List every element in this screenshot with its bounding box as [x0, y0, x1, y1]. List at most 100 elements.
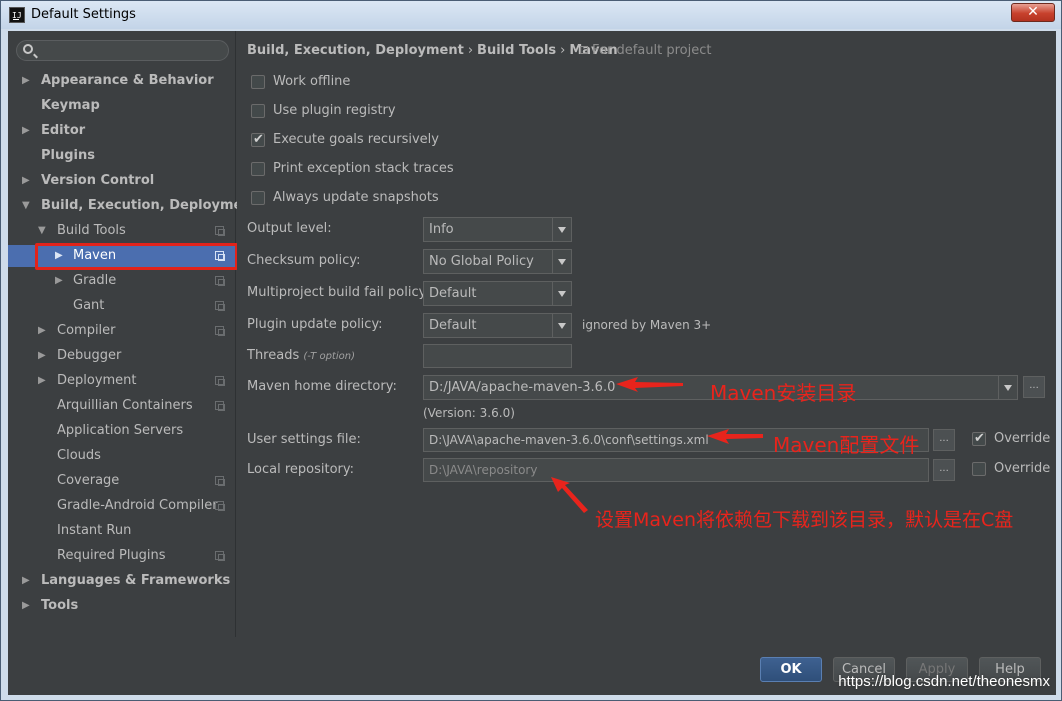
multiproject-fail-policy-select[interactable]: Default	[423, 281, 572, 306]
execute-goals-recursively-checkbox[interactable]	[251, 130, 265, 150]
sidebar-item-debugger[interactable]: ▶ Debugger	[8, 345, 236, 367]
sidebar-item-languages-frameworks[interactable]: ▶ Languages & Frameworks	[8, 570, 236, 592]
work-offline-label: Work offline	[273, 74, 351, 89]
print-exception-checkbox[interactable]	[251, 162, 265, 176]
checksum-policy-value: No Global Policy	[429, 254, 534, 269]
chevron-right-icon: ▶	[22, 175, 30, 186]
sidebar-item-build-execution-deployment[interactable]: ▼ Build, Execution, Deployment	[8, 195, 258, 217]
multiproject-fail-policy-label: Multiproject build fail policy:	[247, 285, 430, 300]
window-close-button[interactable]: ✕	[1011, 3, 1055, 22]
project-copy-icon	[215, 226, 225, 236]
chevron-down-icon	[552, 314, 571, 337]
sidebar-item-deployment[interactable]: ▶ Deployment	[8, 370, 236, 392]
sidebar-item-application-servers[interactable]: Application Servers	[8, 420, 236, 442]
highlight-box	[35, 243, 238, 270]
watermark-text: https://blog.csdn.net/theonesmx	[838, 673, 1050, 690]
project-copy-icon	[215, 551, 225, 561]
chevron-right-icon: ▶	[38, 325, 46, 336]
sidebar-item-label: Gant	[73, 298, 105, 313]
sidebar-item-label: Compiler	[57, 323, 116, 338]
title-bar: IJ Default Settings ✕	[1, 1, 1061, 29]
chevron-down-icon	[552, 250, 571, 273]
sidebar-item-instant-run[interactable]: Instant Run	[8, 520, 236, 542]
default-project-label: For default project	[592, 43, 712, 58]
chevron-down-icon	[552, 282, 571, 305]
annotation-arrows	[551, 377, 763, 513]
sidebar-item-label: Debugger	[57, 348, 122, 363]
output-level-select[interactable]: Info	[423, 217, 572, 242]
sidebar-item-appearance-behavior[interactable]: ▶ Appearance & Behavior	[8, 70, 236, 92]
threads-hint: (-T option)	[303, 351, 355, 362]
chevron-right-icon: ▶	[22, 75, 30, 86]
chevron-right-icon: ▶	[38, 375, 46, 386]
maven-home-value: D:/JAVA/apache-maven-3.6.0	[429, 380, 616, 395]
use-plugin-registry-checkbox[interactable]	[251, 104, 265, 118]
sidebar-item-gant[interactable]: Gant	[8, 295, 236, 317]
chevron-down-icon: ▼	[38, 225, 46, 236]
sidebar-item-arquillian-containers[interactable]: Arquillian Containers	[8, 395, 236, 417]
sidebar-item-label: Deployment	[57, 373, 137, 388]
sidebar-item-label: Coverage	[57, 473, 120, 488]
sidebar-item-gradle[interactable]: ▶ Gradle	[8, 270, 236, 292]
maven-home-browse-button[interactable]: ...	[1023, 376, 1045, 398]
checksum-policy-label: Checksum policy:	[247, 253, 361, 268]
threads-label-text: Threads	[247, 348, 300, 363]
settings-sidebar: ▶ Appearance & Behavior Keymap ▶ Editor …	[8, 31, 258, 637]
sidebar-item-label: Keymap	[41, 98, 100, 113]
sidebar-item-clouds[interactable]: Clouds	[8, 445, 236, 467]
plugin-update-policy-select[interactable]: Default	[423, 313, 572, 338]
chevron-right-icon: ▶	[22, 600, 30, 611]
plugin-update-policy-value: Default	[429, 318, 477, 333]
always-update-snapshots-checkbox[interactable]	[251, 191, 265, 205]
sidebar-item-label: Gradle	[73, 273, 117, 288]
plugin-update-policy-label: Plugin update policy:	[247, 317, 383, 332]
sidebar-item-label: Plugins	[41, 148, 95, 163]
local-repository-label: Local repository:	[247, 462, 354, 477]
default-project-note: For default project	[580, 43, 711, 58]
threads-input[interactable]	[423, 344, 572, 368]
chevron-right-icon: ▶	[38, 350, 46, 361]
project-copy-icon	[215, 326, 225, 336]
local-repository-input[interactable]: D:\JAVA\repository	[423, 458, 929, 482]
sidebar-item-plugins[interactable]: Plugins	[8, 145, 236, 167]
sidebar-item-required-plugins[interactable]: Required Plugins	[8, 545, 236, 567]
sidebar-item-keymap[interactable]: Keymap	[8, 95, 236, 117]
dialog-client-area: ▶ Appearance & Behavior Keymap ▶ Editor …	[8, 31, 1056, 695]
sidebar-item-version-control[interactable]: ▶ Version Control	[8, 170, 236, 192]
sidebar-item-label: Tools	[41, 598, 79, 613]
chevron-down-icon	[552, 218, 571, 241]
project-copy-icon	[215, 501, 225, 511]
intellij-app-icon: IJ	[9, 7, 25, 23]
user-settings-browse-button[interactable]: ...	[933, 429, 955, 451]
local-repository-override-checkbox[interactable]	[972, 462, 986, 476]
breadcrumb-separator: ›	[467, 43, 474, 58]
sidebar-item-label: Build Tools	[57, 223, 126, 238]
sidebar-item-gradle-android-compiler[interactable]: Gradle-Android Compiler	[8, 495, 236, 517]
project-copy-icon	[215, 376, 225, 386]
user-settings-override-checkbox[interactable]	[972, 429, 986, 449]
settings-search-input[interactable]	[16, 40, 229, 61]
chevron-down-icon: ▼	[22, 200, 30, 211]
search-icon	[23, 44, 33, 54]
output-level-label: Output level:	[247, 221, 332, 236]
settings-window: IJ Default Settings ✕ ▶ Appearance & Beh…	[0, 0, 1062, 701]
user-settings-label: User settings file:	[247, 432, 361, 447]
sidebar-item-label: Version Control	[41, 173, 155, 188]
sidebar-item-tools[interactable]: ▶ Tools	[8, 595, 236, 617]
checksum-policy-select[interactable]: No Global Policy	[423, 249, 572, 274]
print-exception-label: Print exception stack traces	[273, 161, 454, 176]
maven-settings-panel: Build, Execution, Deployment › Build Tools…	[237, 31, 1056, 637]
maven-version-note: (Version: 3.6.0)	[423, 406, 515, 420]
local-repository-browse-button[interactable]: ...	[933, 459, 955, 481]
sidebar-item-build-tools[interactable]: ▼ Build Tools	[8, 220, 236, 242]
work-offline-checkbox[interactable]	[251, 75, 265, 89]
ok-button[interactable]: OK	[760, 657, 822, 682]
sidebar-item-compiler[interactable]: ▶ Compiler	[8, 320, 236, 342]
chevron-right-icon: ▶	[22, 575, 30, 586]
output-level-value: Info	[429, 222, 454, 237]
sidebar-item-coverage[interactable]: Coverage	[8, 470, 236, 492]
multiproject-fail-policy-value: Default	[429, 286, 477, 301]
sidebar-item-editor[interactable]: ▶ Editor	[8, 120, 236, 142]
dialog-footer: OK Cancel Apply Help https://blog.csdn.n…	[8, 637, 1056, 695]
override-label: Override	[994, 461, 1051, 476]
